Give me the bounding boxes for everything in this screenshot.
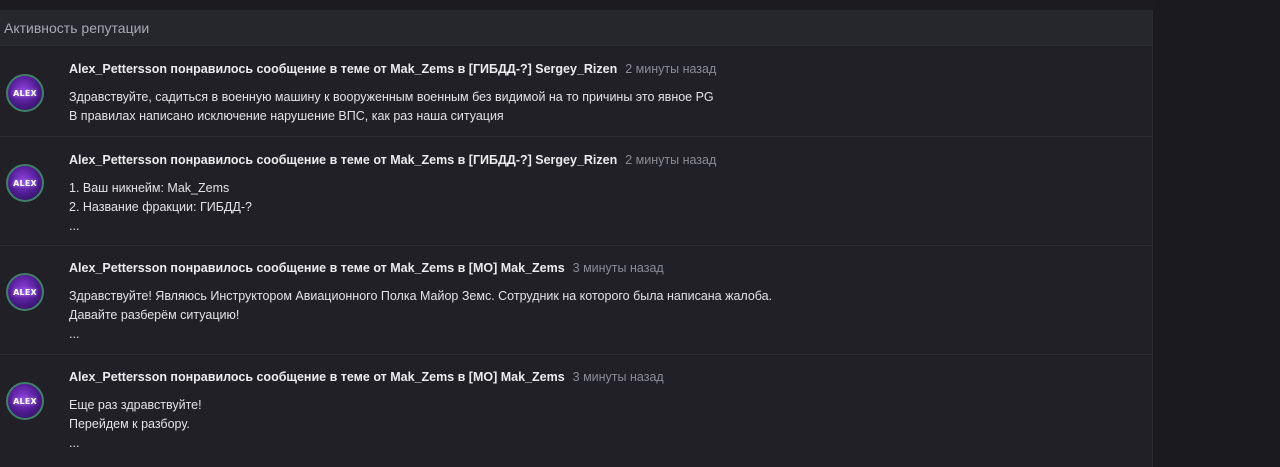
- avatar[interactable]: ALEX: [6, 164, 44, 202]
- snippet-line: В правилах написано исключение нарушение…: [69, 109, 504, 123]
- activity-item: ALEX Alex_Pettersson понравилось сообщен…: [0, 137, 1152, 246]
- avatar-logo-text: ALEX: [13, 178, 37, 188]
- activity-title[interactable]: Alex_Pettersson понравилось сообщение в …: [69, 370, 565, 384]
- activity-snippet: Здравствуйте, садиться в военную машину …: [69, 88, 1142, 126]
- snippet-line: Здравствуйте, садиться в военную машину …: [69, 90, 714, 104]
- panel-title: Активность репутации: [4, 19, 150, 36]
- snippet-line: Давайте разберём ситуацию!: [69, 308, 240, 322]
- top-strip: [0, 0, 1155, 10]
- activity-headline[interactable]: Alex_Pettersson понравилось сообщение в …: [69, 259, 1142, 277]
- activity-title[interactable]: Alex_Pettersson понравилось сообщение в …: [69, 62, 617, 76]
- avatar-logo-text: ALEX: [13, 396, 37, 406]
- activity-content: Alex_Pettersson понравилось сообщение в …: [69, 151, 1142, 236]
- snippet-line: ...: [69, 436, 80, 450]
- activity-snippet: 1. Ваш никнейм: Mak_Zems 2. Название фра…: [69, 179, 1142, 236]
- avatar-logo-text: ALEX: [13, 88, 37, 98]
- activity-content: Alex_Pettersson понравилось сообщение в …: [69, 259, 1142, 344]
- avatar[interactable]: ALEX: [6, 273, 44, 311]
- right-empty-area: [1155, 0, 1280, 467]
- activity-time[interactable]: 3 минуты назад: [573, 261, 664, 275]
- activity-item: ALEX Alex_Pettersson понравилось сообщен…: [0, 246, 1152, 355]
- activity-item: ALEX Alex_Pettersson понравилось сообщен…: [0, 46, 1152, 137]
- avatar-logo-text: ALEX: [13, 287, 37, 297]
- snippet-line: Перейдем к разбору.: [69, 417, 190, 431]
- activity-item: ALEX Alex_Pettersson понравилось сообщен…: [0, 355, 1152, 467]
- activity-title[interactable]: Alex_Pettersson понравилось сообщение в …: [69, 261, 565, 275]
- snippet-line: ...: [69, 327, 80, 341]
- snippet-line: 2. Название фракции: ГИБДД-?: [69, 200, 252, 214]
- snippet-line: Здравствуйте! Являюсь Инструктором Авиац…: [69, 289, 773, 303]
- panel-header: Активность репутации: [0, 10, 1152, 46]
- activity-snippet: Еще раз здравствуйте! Перейдем к разбору…: [69, 396, 1142, 453]
- activity-headline[interactable]: Alex_Pettersson понравилось сообщение в …: [69, 151, 1142, 169]
- avatar[interactable]: ALEX: [6, 382, 44, 420]
- snippet-line: 1. Ваш никнейм: Mak_Zems: [69, 181, 230, 195]
- reputation-activity-panel: Активность репутации ALEX Alex_Pettersso…: [0, 10, 1153, 467]
- activity-title[interactable]: Alex_Pettersson понравилось сообщение в …: [69, 153, 617, 167]
- snippet-line: ...: [69, 219, 80, 233]
- activity-content: Alex_Pettersson понравилось сообщение в …: [69, 60, 1142, 126]
- avatar[interactable]: ALEX: [6, 74, 44, 112]
- snippet-line: Еще раз здравствуйте!: [69, 398, 202, 412]
- activity-content: Alex_Pettersson понравилось сообщение в …: [69, 368, 1142, 453]
- activity-headline[interactable]: Alex_Pettersson понравилось сообщение в …: [69, 368, 1142, 386]
- activity-headline[interactable]: Alex_Pettersson понравилось сообщение в …: [69, 60, 1142, 78]
- activity-snippet: Здравствуйте! Являюсь Инструктором Авиац…: [69, 287, 1142, 344]
- activity-time[interactable]: 2 минуты назад: [625, 153, 716, 167]
- activity-time[interactable]: 3 минуты назад: [573, 370, 664, 384]
- activity-time[interactable]: 2 минуты назад: [625, 62, 716, 76]
